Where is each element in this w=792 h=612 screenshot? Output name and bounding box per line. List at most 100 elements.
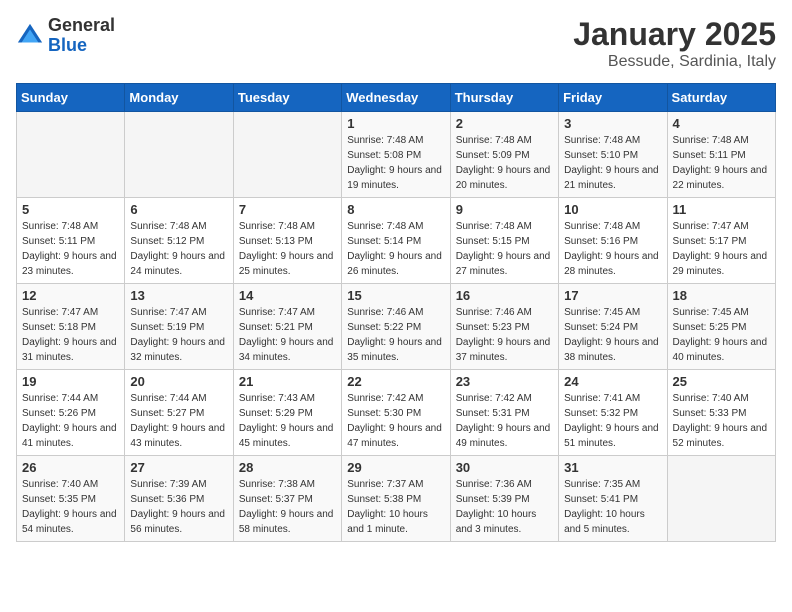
calendar-cell: 26Sunrise: 7:40 AMSunset: 5:35 PMDayligh…: [17, 456, 125, 542]
title-block: January 2025 Bessude, Sardinia, Italy: [573, 16, 776, 71]
day-number: 30: [456, 460, 553, 475]
day-number: 25: [673, 374, 770, 389]
day-number: 17: [564, 288, 661, 303]
calendar-cell: 18Sunrise: 7:45 AMSunset: 5:25 PMDayligh…: [667, 284, 775, 370]
day-number: 20: [130, 374, 227, 389]
calendar-cell: 16Sunrise: 7:46 AMSunset: 5:23 PMDayligh…: [450, 284, 558, 370]
calendar-cell: [125, 112, 233, 198]
weekday-header-thursday: Thursday: [450, 84, 558, 112]
calendar-cell: [17, 112, 125, 198]
calendar-cell: 29Sunrise: 7:37 AMSunset: 5:38 PMDayligh…: [342, 456, 450, 542]
day-info: Sunrise: 7:36 AMSunset: 5:39 PMDaylight:…: [456, 477, 553, 537]
day-info: Sunrise: 7:47 AMSunset: 5:17 PMDaylight:…: [673, 219, 770, 279]
day-number: 10: [564, 202, 661, 217]
day-number: 12: [22, 288, 119, 303]
calendar-cell: 14 Sunrise: 7:47 AMSunset: 5:21 PMDayligh…: [233, 284, 341, 370]
day-info: Sunrise: 7:44 AMSunset: 5:26 PMDaylight:…: [22, 391, 119, 451]
calendar-cell: 17 Sunrise: 7:45 AMSunset: 5:24 PMDayligh…: [559, 284, 667, 370]
calendar-cell: 6 Sunrise: 7:48 AMSunset: 5:12 PMDaylight…: [125, 198, 233, 284]
day-number: 31: [564, 460, 661, 475]
day-info: Sunrise: 7:35 AMSunset: 5:41 PMDaylight:…: [564, 477, 661, 537]
day-number: 19: [22, 374, 119, 389]
location: Bessude, Sardinia, Italy: [573, 53, 776, 71]
calendar-cell: 27 Sunrise: 7:39 AMSunset: 5:36 PMDayligh…: [125, 456, 233, 542]
day-number: 28: [239, 460, 336, 475]
day-number: 3: [564, 116, 661, 131]
day-info: Sunrise: 7:38 AMSunset: 5:37 PMDaylight:…: [239, 477, 336, 537]
logo: General Blue: [16, 16, 115, 56]
calendar-cell: 7Sunrise: 7:48 AMSunset: 5:13 PMDaylight…: [233, 198, 341, 284]
calendar-cell: [233, 112, 341, 198]
calendar-cell: 21 Sunrise: 7:43 AMSunset: 5:29 PMDayligh…: [233, 370, 341, 456]
calendar-cell: 22Sunrise: 7:42 AMSunset: 5:30 PMDayligh…: [342, 370, 450, 456]
calendar-week-2: 5 Sunrise: 7:48 AMSunset: 5:11 PMDaylight…: [17, 198, 776, 284]
calendar-cell: 9 Sunrise: 7:48 AMSunset: 5:15 PMDaylight…: [450, 198, 558, 284]
day-info: Sunrise: 7:39 AMSunset: 5:36 PMDaylight:…: [130, 477, 227, 537]
day-info: Sunrise: 7:48 AMSunset: 5:16 PMDaylight:…: [564, 219, 661, 279]
weekday-header-wednesday: Wednesday: [342, 84, 450, 112]
day-info: Sunrise: 7:47 AMSunset: 5:19 PMDaylight:…: [130, 305, 227, 365]
day-number: 9: [456, 202, 553, 217]
day-info: Sunrise: 7:43 AMSunset: 5:29 PMDaylight:…: [239, 391, 336, 451]
day-number: 2: [456, 116, 553, 131]
calendar-cell: [667, 456, 775, 542]
day-info: Sunrise: 7:46 AMSunset: 5:22 PMDaylight:…: [347, 305, 444, 365]
calendar-week-5: 26Sunrise: 7:40 AMSunset: 5:35 PMDayligh…: [17, 456, 776, 542]
day-info: Sunrise: 7:40 AMSunset: 5:33 PMDaylight:…: [673, 391, 770, 451]
day-number: 6: [130, 202, 227, 217]
day-number: 8: [347, 202, 444, 217]
logo-blue: Blue: [48, 35, 87, 55]
day-info: Sunrise: 7:48 AMSunset: 5:08 PMDaylight:…: [347, 133, 444, 193]
calendar-cell: 12 Sunrise: 7:47 AMSunset: 5:18 PMDayligh…: [17, 284, 125, 370]
calendar-cell: 20 Sunrise: 7:44 AMSunset: 5:27 PMDayligh…: [125, 370, 233, 456]
logo-icon: [16, 22, 44, 50]
weekday-header-saturday: Saturday: [667, 84, 775, 112]
day-info: Sunrise: 7:48 AMSunset: 5:10 PMDaylight:…: [564, 133, 661, 193]
calendar-week-1: 1Sunrise: 7:48 AMSunset: 5:08 PMDaylight…: [17, 112, 776, 198]
day-number: 29: [347, 460, 444, 475]
day-info: Sunrise: 7:48 AMSunset: 5:11 PMDaylight:…: [22, 219, 119, 279]
day-info: Sunrise: 7:48 AMSunset: 5:14 PMDaylight:…: [347, 219, 444, 279]
calendar-cell: 8 Sunrise: 7:48 AMSunset: 5:14 PMDaylight…: [342, 198, 450, 284]
day-info: Sunrise: 7:48 AMSunset: 5:11 PMDaylight:…: [673, 133, 770, 193]
calendar-cell: 5 Sunrise: 7:48 AMSunset: 5:11 PMDaylight…: [17, 198, 125, 284]
day-number: 21: [239, 374, 336, 389]
calendar-cell: 19 Sunrise: 7:44 AMSunset: 5:26 PMDayligh…: [17, 370, 125, 456]
page-header: General Blue January 2025 Bessude, Sardi…: [16, 16, 776, 71]
logo-general: General: [48, 15, 115, 35]
day-info: Sunrise: 7:48 AMSunset: 5:13 PMDaylight:…: [239, 219, 336, 279]
calendar-cell: 23 Sunrise: 7:42 AMSunset: 5:31 PMDayligh…: [450, 370, 558, 456]
day-number: 23: [456, 374, 553, 389]
calendar-cell: 28 Sunrise: 7:38 AMSunset: 5:37 PMDayligh…: [233, 456, 341, 542]
calendar-cell: 10 Sunrise: 7:48 AMSunset: 5:16 PMDayligh…: [559, 198, 667, 284]
calendar-cell: 24Sunrise: 7:41 AMSunset: 5:32 PMDayligh…: [559, 370, 667, 456]
day-info: Sunrise: 7:42 AMSunset: 5:31 PMDaylight:…: [456, 391, 553, 451]
day-number: 24: [564, 374, 661, 389]
day-number: 22: [347, 374, 444, 389]
day-info: Sunrise: 7:47 AMSunset: 5:21 PMDaylight:…: [239, 305, 336, 365]
day-info: Sunrise: 7:48 AMSunset: 5:12 PMDaylight:…: [130, 219, 227, 279]
logo-text: General Blue: [48, 16, 115, 56]
calendar-cell: 25 Sunrise: 7:40 AMSunset: 5:33 PMDayligh…: [667, 370, 775, 456]
weekday-header-tuesday: Tuesday: [233, 84, 341, 112]
day-info: Sunrise: 7:46 AMSunset: 5:23 PMDaylight:…: [456, 305, 553, 365]
calendar: SundayMondayTuesdayWednesdayThursdayFrid…: [16, 83, 776, 542]
day-number: 5: [22, 202, 119, 217]
weekday-header-row: SundayMondayTuesdayWednesdayThursdayFrid…: [17, 84, 776, 112]
day-number: 27: [130, 460, 227, 475]
day-info: Sunrise: 7:44 AMSunset: 5:27 PMDaylight:…: [130, 391, 227, 451]
calendar-cell: 31 Sunrise: 7:35 AMSunset: 5:41 PMDayligh…: [559, 456, 667, 542]
day-number: 11: [673, 202, 770, 217]
day-number: 4: [673, 116, 770, 131]
calendar-week-3: 12 Sunrise: 7:47 AMSunset: 5:18 PMDayligh…: [17, 284, 776, 370]
calendar-cell: 1Sunrise: 7:48 AMSunset: 5:08 PMDaylight…: [342, 112, 450, 198]
calendar-cell: 3 Sunrise: 7:48 AMSunset: 5:10 PMDaylight…: [559, 112, 667, 198]
day-number: 14: [239, 288, 336, 303]
day-info: Sunrise: 7:48 AMSunset: 5:15 PMDaylight:…: [456, 219, 553, 279]
day-info: Sunrise: 7:48 AMSunset: 5:09 PMDaylight:…: [456, 133, 553, 193]
day-info: Sunrise: 7:45 AMSunset: 5:25 PMDaylight:…: [673, 305, 770, 365]
day-info: Sunrise: 7:47 AMSunset: 5:18 PMDaylight:…: [22, 305, 119, 365]
day-info: Sunrise: 7:45 AMSunset: 5:24 PMDaylight:…: [564, 305, 661, 365]
day-info: Sunrise: 7:40 AMSunset: 5:35 PMDaylight:…: [22, 477, 119, 537]
month-title: January 2025: [573, 16, 776, 53]
